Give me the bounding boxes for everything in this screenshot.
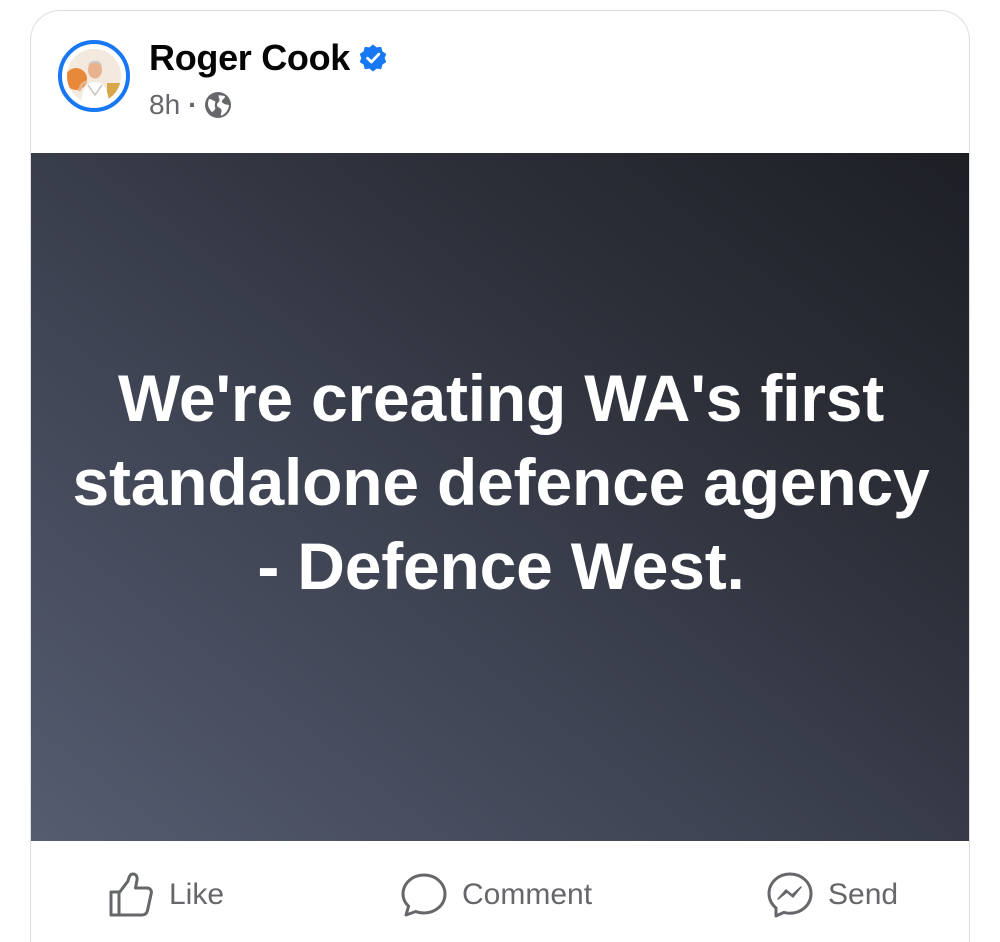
send-button[interactable]: Send bbox=[766, 869, 898, 921]
author-name[interactable]: Roger Cook bbox=[149, 37, 350, 79]
messenger-icon bbox=[767, 872, 813, 918]
post-image-text: We're creating WA's first standalone def… bbox=[72, 361, 930, 603]
send-label: Send bbox=[828, 878, 899, 911]
avatar[interactable] bbox=[67, 49, 121, 103]
post-header: Roger Cook 8h · bbox=[31, 11, 969, 153]
comment-bubble-icon bbox=[401, 873, 447, 917]
verified-badge-icon bbox=[359, 44, 387, 72]
comment-button[interactable]: Comment bbox=[400, 869, 592, 921]
post-timestamp[interactable]: 8h bbox=[149, 89, 180, 121]
like-label: Like bbox=[169, 878, 225, 911]
thumbs-up-icon bbox=[109, 872, 153, 917]
avatar-story-ring[interactable] bbox=[58, 40, 130, 112]
like-button[interactable]: Like bbox=[107, 869, 224, 921]
profile-photo bbox=[67, 49, 121, 103]
meta-separator: · bbox=[188, 89, 198, 120]
post-actions-bar: Like Comment Send bbox=[31, 841, 969, 942]
post-card: Roger Cook 8h · We're creating WA's firs… bbox=[30, 10, 970, 942]
post-meta: 8h · bbox=[149, 87, 233, 123]
comment-label: Comment bbox=[462, 878, 593, 911]
post-text-image[interactable]: We're creating WA's first standalone def… bbox=[31, 153, 969, 841]
globe-icon bbox=[205, 92, 232, 118]
author-row: Roger Cook bbox=[149, 35, 388, 81]
